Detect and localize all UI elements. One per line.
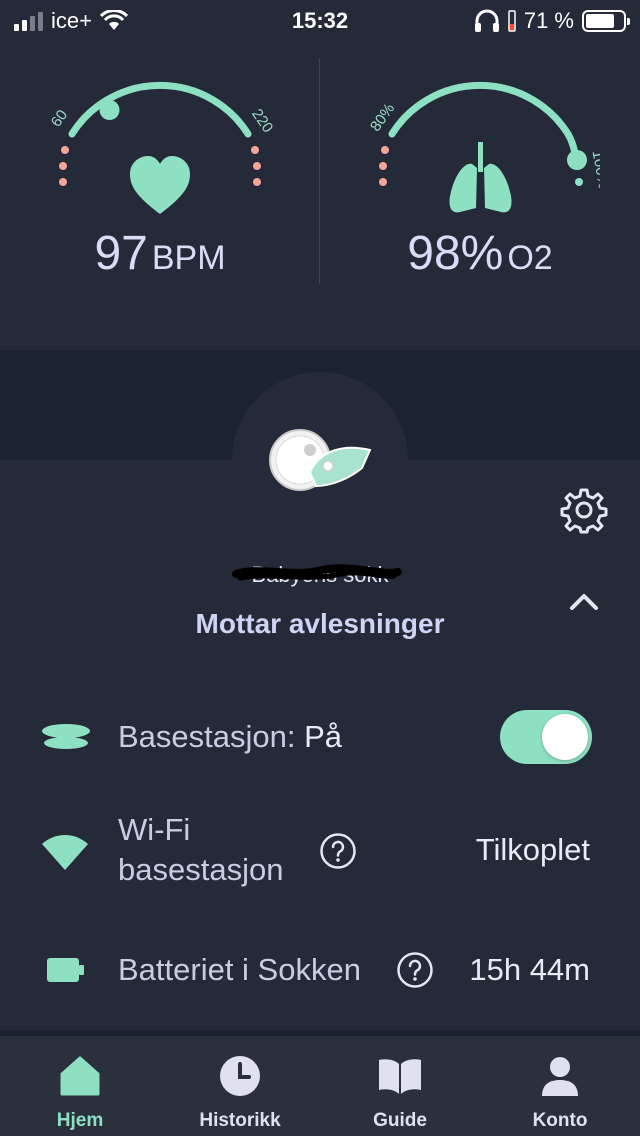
- tab-home[interactable]: Hjem: [0, 1036, 160, 1136]
- home-icon: [60, 1056, 100, 1096]
- oxygen-max-label: 100%: [589, 149, 600, 190]
- wifi-status: Tilkoplet: [475, 832, 590, 867]
- low-battery-indicator-icon: [508, 10, 516, 32]
- vitals-panel: 60 220 80% 100% 97 BPM 98% O2: [0, 42, 640, 350]
- device-status-title: Mottar avlesninger: [195, 608, 445, 639]
- clock-icon: [220, 1056, 260, 1096]
- heart-rate-level-marker: [99, 100, 120, 120]
- heart-min-label: 60: [48, 107, 71, 130]
- oxygen-gauge: 80% 100%: [367, 82, 600, 213]
- tab-history[interactable]: Historikk: [160, 1036, 320, 1136]
- wifi-label-line2: basestasjon: [118, 852, 284, 887]
- sock-battery-label: Batteriet i Sokken: [118, 952, 361, 987]
- wifi-help-icon[interactable]: [319, 832, 357, 870]
- oxygen-value: 98%: [407, 227, 504, 280]
- sock-device-image: [269, 429, 372, 491]
- tab-bar: Hjem Historikk Guide Konto: [0, 1036, 640, 1136]
- battery-icon: [582, 10, 630, 32]
- base-station-label: Basestasjon: På: [118, 717, 342, 757]
- book-icon: [379, 1059, 421, 1094]
- battery-percent: 71 %: [523, 8, 574, 33]
- tab-account[interactable]: Konto: [480, 1036, 640, 1136]
- heart-rate-value: 97: [94, 227, 148, 280]
- tab-home-label: Hjem: [56, 1110, 104, 1131]
- battery-help-icon[interactable]: [396, 951, 434, 989]
- wifi-icon: [42, 835, 88, 870]
- lungs-icon: [449, 142, 512, 213]
- name-redaction-scribble: [232, 564, 402, 581]
- wifi-row: Wi-Fi basestasjon Tilkoplet: [0, 810, 640, 894]
- heart-rate-unit: BPM: [151, 239, 226, 277]
- wifi-label-line1: Wi-Fi: [118, 812, 191, 847]
- settings-gear-icon[interactable]: [560, 486, 608, 534]
- oxygen-readout: 98% O2: [320, 226, 640, 281]
- heart-max-label: 220: [248, 106, 276, 136]
- battery-row: Batteriet i Sokken 15h 44m: [0, 948, 640, 992]
- base-station-row: Basestasjon: På: [0, 710, 640, 764]
- tab-guide-label: Guide: [373, 1110, 427, 1131]
- chevron-up-icon[interactable]: [566, 586, 602, 616]
- status-bar: ice+ 15:32 71 %: [0, 0, 640, 42]
- heart-icon: [130, 156, 190, 214]
- tab-history-label: Historikk: [199, 1110, 281, 1131]
- wifi-label: Wi-Fi basestasjon: [118, 810, 283, 890]
- base-station-state: På: [304, 719, 343, 754]
- heart-rate-readout: 97 BPM: [0, 226, 320, 281]
- heart-rate-gauge: 60 220: [48, 82, 276, 214]
- base-station-icon: [42, 724, 90, 749]
- sock-battery-remaining: 15h 44m: [469, 952, 590, 987]
- oxygen-unit: O2: [507, 239, 553, 277]
- base-station-toggle[interactable]: [500, 710, 592, 764]
- tab-account-label: Konto: [532, 1110, 588, 1131]
- person-icon: [542, 1057, 578, 1096]
- headphones-icon: [474, 9, 499, 32]
- oxygen-level-marker: [567, 150, 587, 170]
- base-station-label-text: Basestasjon:: [118, 719, 296, 754]
- toggle-knob: [542, 714, 588, 760]
- tab-guide[interactable]: Guide: [320, 1036, 480, 1136]
- sock-battery-icon: [47, 958, 84, 982]
